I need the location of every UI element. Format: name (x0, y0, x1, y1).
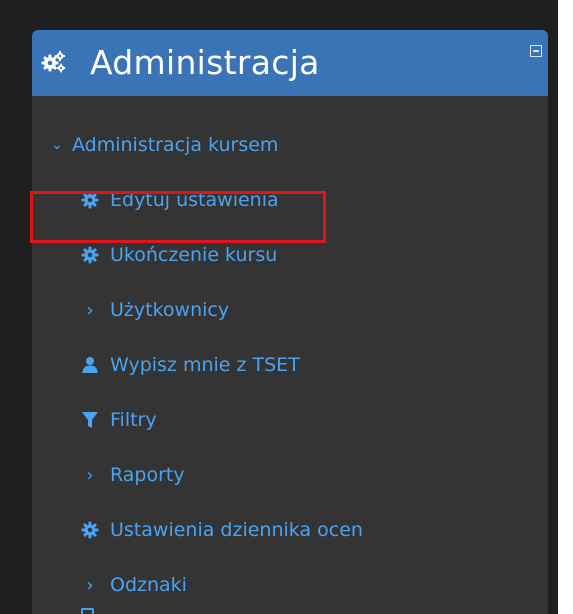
nav-section-course-admin[interactable]: ⌄ Administracja kursem (50, 125, 278, 165)
administration-block: Administracja ⌄ Administracja kursem Edy… (32, 30, 548, 614)
nav-item-badges[interactable]: › Odznaki (80, 565, 187, 605)
chevron-right-icon: › (86, 464, 94, 486)
gear-icon (80, 245, 100, 265)
cogs-icon (41, 50, 66, 73)
nav-item-label: Wypisz mnie z TSET (110, 354, 300, 376)
block-title: Administracja (90, 43, 320, 82)
chevron-right-icon: › (86, 574, 94, 596)
nav-item-label: Ukończenie kursu (110, 244, 278, 266)
nav-item-users[interactable]: › Użytkownicy (80, 290, 229, 330)
gear-icon (80, 520, 100, 540)
block-header: Administracja (32, 30, 548, 96)
filter-icon (80, 410, 100, 430)
nav-item-filters[interactable]: Filtry (80, 400, 157, 440)
nav-item-label: Odznaki (110, 574, 187, 596)
nav-item-reports[interactable]: › Raporty (80, 455, 185, 495)
nav-item-unenrol[interactable]: Wypisz mnie z TSET (80, 345, 300, 385)
chevron-right-icon: › (86, 299, 94, 321)
nav-item-label: Ustawienia dziennika ocen (110, 519, 363, 541)
screenshot-frame: Administracja ⌄ Administracja kursem Edy… (0, 0, 573, 614)
nav-item-label: Raporty (110, 464, 185, 486)
highlight-box (30, 191, 326, 243)
user-icon (80, 355, 100, 375)
document-icon (81, 608, 94, 614)
minus-square-icon[interactable] (530, 45, 542, 57)
chevron-down-icon: ⌄ (51, 137, 63, 153)
nav-item-gradebook-setup[interactable]: Ustawienia dziennika ocen (80, 510, 363, 550)
nav-item-label: Użytkownicy (110, 299, 230, 321)
nav-section-label: Administracja kursem (72, 134, 279, 156)
nav-item-label: Filtry (110, 409, 157, 431)
